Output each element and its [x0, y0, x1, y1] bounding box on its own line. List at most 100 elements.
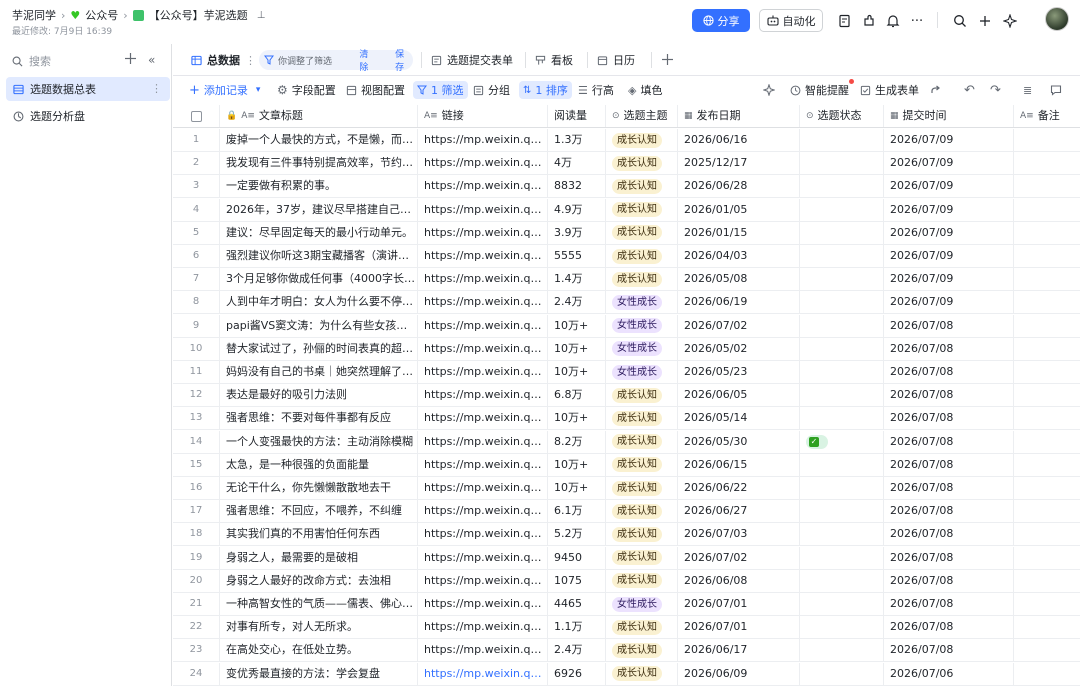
table-row[interactable]: 12表达是最好的吸引力法则https://mp.weixin.qq.co...6… — [173, 384, 1080, 408]
cell-link[interactable]: https://mp.weixin.qq.co... — [418, 198, 548, 221]
add-record-button[interactable]: + 添加记录 ▾ — [189, 81, 260, 99]
cell-submit-time[interactable]: 2026/07/08 — [884, 593, 1014, 615]
table-row[interactable]: 13强者思维：不要对每件事都有反应https://mp.weixin.qq.co… — [173, 407, 1080, 431]
cell-topic[interactable]: 成长认知 — [606, 430, 678, 453]
cell-notes[interactable] — [1014, 639, 1080, 661]
cell-reads[interactable]: 8.2万 — [548, 430, 606, 453]
cell-status[interactable] — [800, 268, 884, 291]
cell-link[interactable]: https://mp.weixin.qq.co... — [418, 639, 548, 662]
cell-status[interactable] — [800, 314, 884, 337]
cell-topic[interactable]: 成长认知 — [606, 407, 678, 430]
cell-title[interactable]: 身弱之人，最需要的是破相 — [220, 546, 418, 569]
cell-title[interactable]: 一种高智女性的气质——儒表、佛心、道骨 — [220, 593, 418, 615]
filter-button[interactable]: 1 筛选 — [413, 81, 468, 99]
cell-reads[interactable]: 10万+ — [548, 407, 606, 430]
cell-topic[interactable]: 成长认知 — [606, 245, 678, 267]
cell-publish-date[interactable]: 2026/07/03 — [678, 523, 800, 546]
table-row[interactable]: 20身弱之人最好的改命方式：去浊相https://mp.weixin.qq.co… — [173, 569, 1080, 593]
cell-title[interactable]: 3个月足够你做成任何事（4000字长文） — [220, 268, 418, 291]
cell-title[interactable]: 一定要做有积累的事。 — [220, 175, 418, 198]
table-row[interactable]: 10 替大家试过了，孙俪的时间表真的超级... https://mp.weixin.… — [173, 337, 1080, 361]
cell-publish-date[interactable]: 2026/07/02 — [678, 546, 800, 569]
undo-icon[interactable]: ↶ — [964, 81, 975, 99]
cell-link[interactable]: https://mp.weixin.qq.co... — [418, 221, 548, 244]
cell-status[interactable] — [800, 384, 884, 407]
clear-filter-link[interactable]: 清除 — [359, 47, 377, 73]
cell-link[interactable]: https://mp.weixin.qq.co... — [418, 523, 548, 546]
cell-publish-date[interactable]: 2026/06/28 — [678, 175, 800, 198]
cell-reads[interactable]: 4.9万 — [548, 198, 606, 221]
cell-submit-time[interactable]: 2026/07/06 — [884, 662, 1014, 685]
cell-reads[interactable]: 3.9万 — [548, 221, 606, 244]
cell-reads[interactable]: 1.1万 — [548, 616, 606, 639]
cell-link[interactable]: https://mp.weixin.qq.co... — [418, 500, 548, 523]
comment-icon[interactable] — [1050, 81, 1062, 99]
cell-reads[interactable]: 1.4万 — [548, 268, 606, 291]
cell-status[interactable] — [800, 407, 884, 430]
cell-submit-time[interactable]: 2026/07/09 — [884, 175, 1014, 198]
cell-topic[interactable]: 成长认知 — [606, 268, 678, 291]
cell-status[interactable] — [800, 662, 884, 685]
column-header-submit-time[interactable]: ▦ 提交时间 — [884, 105, 1014, 127]
cell-title[interactable]: 强者思维：不回应，不喂养，不纠缠 — [220, 500, 418, 523]
cell-notes[interactable] — [1014, 315, 1080, 337]
cell-topic[interactable]: 成长认知 — [606, 175, 678, 198]
cell-publish-date[interactable]: 2026/05/14 — [678, 407, 800, 430]
cell-link[interactable]: https://mp.weixin.qq.co... — [418, 453, 548, 476]
cell-title[interactable]: 人到中年才明白：女人为什么要不停读书 — [220, 291, 418, 314]
cell-link[interactable]: https://mp.weixin.qq.co... — [418, 314, 548, 337]
row-search-icon[interactable]: ≣ — [1023, 81, 1032, 99]
cell-submit-time[interactable]: 2026/07/08 — [884, 314, 1014, 337]
cell-reads[interactable]: 6.8万 — [548, 384, 606, 407]
cell-status[interactable] — [800, 175, 884, 198]
add-table-icon[interactable] — [124, 52, 137, 65]
cell-publish-date[interactable]: 2026/05/08 — [678, 268, 800, 291]
cell-link[interactable]: https://mp.weixin.qq.co... — [418, 407, 548, 430]
cell-topic[interactable]: 成长认知 — [606, 129, 678, 151]
cell-topic[interactable]: 成长认知 — [606, 546, 678, 569]
cell-publish-date[interactable]: 2026/01/15 — [678, 221, 800, 244]
cell-publish-date[interactable]: 2026/06/09 — [678, 662, 800, 685]
cell-topic[interactable]: 成长认知 — [606, 569, 678, 592]
cell-link[interactable]: https://mp.weixin.qq.co... — [418, 616, 548, 639]
sidebar-item-analysis[interactable]: 选题分析盘 — [6, 104, 170, 128]
chevron-down-icon[interactable]: ▾ — [256, 85, 261, 95]
table-row[interactable]: 21 一种高智女性的气质——儒表、佛心、道骨 https://mp.weixin.q… — [173, 593, 1080, 616]
cell-title[interactable]: papi酱VS窦文涛：为什么有些女孩活得... — [220, 314, 418, 337]
table-row[interactable]: 22对事有所专，对人无所求。https://mp.weixin.qq.co...… — [173, 616, 1080, 640]
cell-notes[interactable] — [1014, 477, 1080, 499]
cell-publish-date[interactable]: 2026/05/02 — [678, 337, 800, 360]
column-header-reads[interactable]: 阅读量 — [548, 105, 606, 127]
table-row[interactable]: 7 3个月足够你做成任何事（4000字长文） https://mp.weixin.q… — [173, 268, 1080, 292]
cell-link[interactable]: https://mp.weixin.qq.co... — [418, 152, 548, 175]
cell-topic[interactable]: 成长认知 — [606, 477, 678, 499]
cell-notes[interactable] — [1014, 663, 1080, 685]
cell-status[interactable] — [800, 245, 884, 267]
cell-topic[interactable]: 成长认知 — [606, 639, 678, 662]
cell-link[interactable]: https://mp.weixin.qq.co... — [418, 662, 548, 685]
cell-submit-time[interactable]: 2026/07/09 — [884, 129, 1014, 151]
cell-publish-date[interactable]: 2026/07/01 — [678, 616, 800, 639]
cell-title[interactable]: 太急，是一种很强的负面能量 — [220, 453, 418, 476]
cell-publish-date[interactable]: 2026/06/08 — [678, 569, 800, 592]
cell-status[interactable] — [800, 361, 884, 383]
cell-title[interactable]: 身弱之人最好的改命方式：去浊相 — [220, 569, 418, 592]
table-row[interactable]: 14 一个人变强最快的方法：主动消除模糊 https://mp.weixin.qq.… — [173, 430, 1080, 454]
column-header-publish-date[interactable]: ▦ 发布日期 — [678, 105, 800, 127]
tab-kanban[interactable]: 看板 — [535, 44, 573, 76]
cell-topic[interactable]: 女性成长 — [606, 291, 678, 314]
cell-submit-time[interactable]: 2026/07/08 — [884, 384, 1014, 407]
cell-title[interactable]: 其实我们真的不用害怕任何东西 — [220, 523, 418, 546]
share-out-icon[interactable] — [930, 81, 942, 99]
cell-submit-time[interactable]: 2026/07/08 — [884, 500, 1014, 523]
cell-status[interactable] — [800, 477, 884, 499]
column-header-topic[interactable]: ⊙ 选题主题 — [606, 105, 678, 127]
table-row[interactable]: 1 废掉一个人最快的方式，不是懒，而是... https://mp.weixin.q… — [173, 129, 1080, 152]
cell-submit-time[interactable]: 2026/07/08 — [884, 453, 1014, 476]
cell-title[interactable]: 替大家试过了，孙俪的时间表真的超级... — [220, 337, 418, 360]
table-row[interactable]: 9 papi酱VS窦文涛：为什么有些女孩活得... https://mp.weixi… — [173, 314, 1080, 338]
cell-notes[interactable] — [1014, 361, 1080, 383]
cell-notes[interactable] — [1014, 175, 1080, 197]
cell-publish-date[interactable]: 2026/06/16 — [678, 129, 800, 151]
cell-reads[interactable]: 10万+ — [548, 314, 606, 337]
